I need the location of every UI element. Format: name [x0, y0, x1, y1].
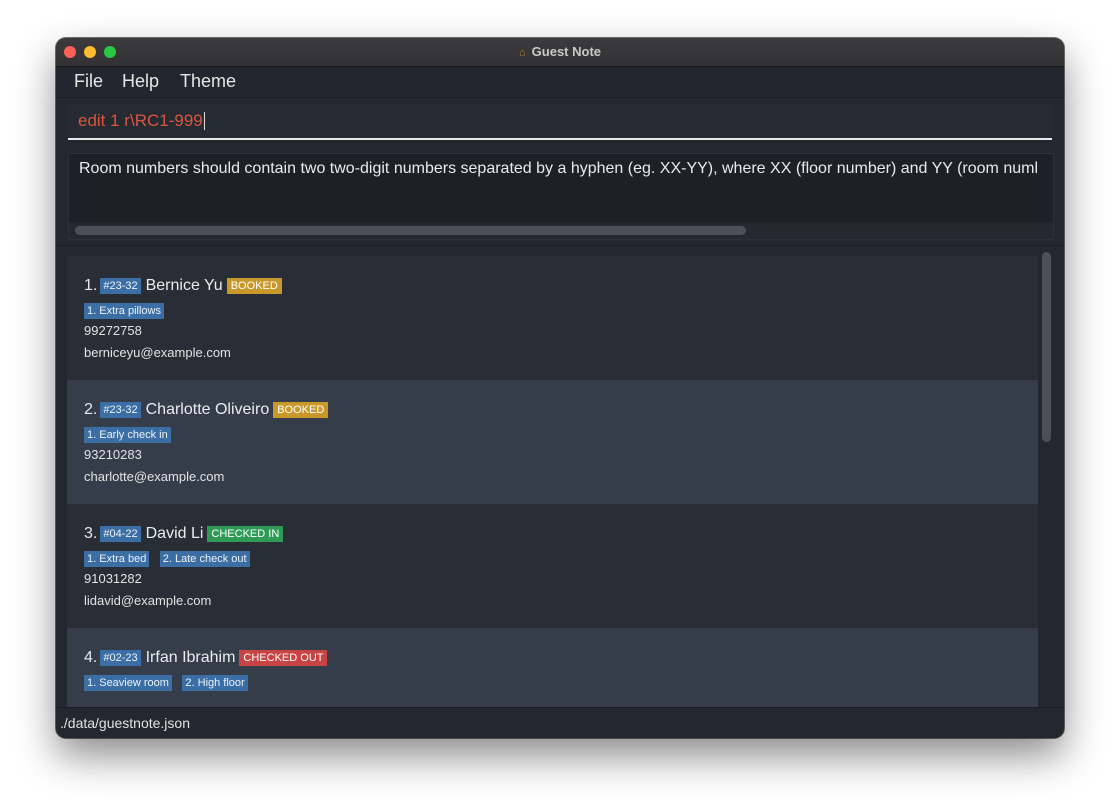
- command-input[interactable]: edit 1 r\RC1-999: [68, 104, 1052, 140]
- guest-name: Irfan Ibrahim: [145, 649, 236, 666]
- guest-email: berniceyu@example.com: [84, 345, 231, 360]
- window-title: Guest Note: [531, 44, 601, 59]
- guest-name: David Li: [145, 525, 204, 542]
- status-bar: ./data/guestnote.json: [56, 707, 1064, 738]
- room-number-tag: #02-23: [100, 650, 141, 666]
- guest-email: charlotte@example.com: [84, 469, 225, 484]
- status-badge: CHECKED IN: [207, 526, 284, 542]
- menu-bar: File Help Theme: [56, 67, 1064, 98]
- guest-index: 1.: [84, 277, 98, 294]
- guest-phone: 93210283: [84, 447, 142, 462]
- command-input-text: edit 1 r\RC1-999: [78, 111, 205, 130]
- result-message: Room numbers should contain two two-digi…: [79, 160, 1038, 177]
- result-scrollbar-thumb[interactable]: [75, 226, 746, 235]
- guest-card[interactable]: 4. #02-23 Irfan Ibrahim CHECKED OUT 1. S…: [67, 628, 1038, 707]
- guest-index: 4.: [84, 649, 98, 666]
- request-tag: 1. Early check in: [84, 427, 171, 443]
- guest-card[interactable]: 3. #04-22 David Li CHECKED IN 1. Extra b…: [67, 504, 1038, 628]
- request-tag: 1. Extra pillows: [84, 303, 164, 319]
- room-number-tag: #23-32: [100, 278, 141, 294]
- request-tag: 2. Late check out: [159, 551, 250, 567]
- request-tag: 1. Seaview room: [84, 675, 172, 691]
- menu-file[interactable]: File: [74, 71, 103, 92]
- room-number-tag: #23-32: [100, 402, 141, 418]
- status-badge: BOOKED: [273, 402, 329, 418]
- result-display: Room numbers should contain two two-digi…: [68, 153, 1054, 240]
- menu-help[interactable]: Help: [122, 71, 159, 92]
- app-window: ⌂ Guest Note File Help Theme edit 1 r\RC1…: [56, 38, 1064, 738]
- title-bar: ⌂ Guest Note: [56, 38, 1064, 67]
- guest-index: 3.: [84, 525, 98, 542]
- guest-card[interactable]: 1. #23-32 Bernice Yu BOOKED 1. Extra pil…: [67, 256, 1038, 380]
- result-horizontal-scrollbar[interactable]: [69, 222, 1053, 239]
- request-tag: 1. Extra bed: [84, 551, 150, 567]
- status-badge: BOOKED: [226, 278, 282, 294]
- guest-name: Bernice Yu: [145, 277, 223, 294]
- status-badge: CHECKED OUT: [239, 650, 328, 666]
- room-number-tag: #04-22: [100, 526, 141, 542]
- data-file-path: ./data/guestnote.json: [60, 715, 190, 731]
- guest-phone: 91031282: [84, 571, 142, 586]
- request-tag: 2. High floor: [182, 675, 248, 691]
- guest-card[interactable]: 2. #23-32 Charlotte Oliveiro BOOKED 1. E…: [67, 380, 1038, 504]
- guest-index: 2.: [84, 401, 98, 418]
- app-icon: ⌂: [519, 47, 526, 59]
- guest-name: Charlotte Oliveiro: [145, 401, 270, 418]
- window-title-group: ⌂ Guest Note: [56, 44, 1064, 59]
- menu-theme[interactable]: Theme: [180, 71, 236, 92]
- guest-list: 1. #23-32 Bernice Yu BOOKED 1. Extra pil…: [56, 246, 1064, 707]
- guest-email: lidavid@example.com: [84, 593, 212, 608]
- list-scrollbar-thumb[interactable]: [1042, 252, 1051, 442]
- guest-phone: 99272758: [84, 323, 142, 338]
